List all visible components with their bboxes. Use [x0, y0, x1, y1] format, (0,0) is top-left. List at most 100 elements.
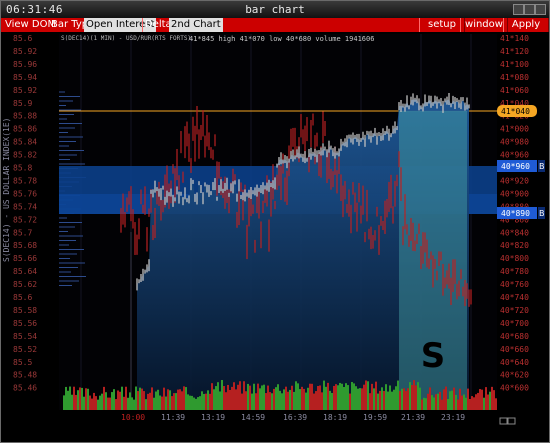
volume-bar: [303, 388, 305, 410]
volume-bar: [383, 391, 385, 410]
volume-bar: [69, 386, 71, 410]
volume-bar: [201, 391, 203, 410]
right-axis-tick: 40*780: [500, 267, 529, 276]
volume-bar: [363, 384, 365, 410]
level-tag: B: [539, 162, 545, 171]
second-chart-button[interactable]: 2nd Chart: [169, 18, 223, 32]
volume-bar: [81, 387, 83, 410]
level-tag: B: [539, 209, 545, 218]
volume-bar: [335, 384, 337, 410]
volume-bar: [489, 391, 491, 410]
right-axis-tick: 40*660: [500, 345, 529, 354]
volume-bar: [275, 387, 277, 410]
volume-bar: [345, 383, 347, 410]
volume-bar: [109, 397, 111, 410]
left-axis-tick: 85.8: [13, 164, 32, 173]
volume-bar: [71, 394, 73, 410]
volume-bar: [295, 381, 297, 410]
volume-bar: [437, 393, 439, 410]
volume-bar: [197, 397, 199, 410]
volume-bar: [65, 386, 67, 410]
volume-bar: [291, 385, 293, 410]
right-axis-tick: 40*620: [500, 371, 529, 380]
volume-bar: [423, 397, 425, 410]
minimize-icon[interactable]: [513, 4, 524, 15]
volume-bar: [467, 388, 469, 410]
price-chart[interactable]: S 85.6 85.92 85.96 85.94 85.92 85.9 85.88 85.86…: [1, 32, 549, 442]
left-axis-tick: 85.5: [13, 358, 32, 367]
volume-bar: [91, 398, 93, 410]
volume-bar: [321, 392, 323, 410]
volume-bar: [265, 393, 267, 410]
window-button[interactable]: window: [460, 18, 508, 32]
volume-bar: [281, 393, 283, 410]
volume-bar: [207, 390, 209, 410]
volume-bar: [409, 382, 411, 410]
left-axis: 85.6 85.92 85.96 85.94 85.92 85.9 85.88 85.86 85…: [2, 34, 37, 393]
left-axis-tick: 85.92: [13, 47, 37, 56]
time-tick: 21:39: [401, 413, 425, 422]
volume-bar: [419, 387, 421, 410]
right-axis-tick: 40*720: [500, 306, 529, 315]
left-axis-tick: 85.64: [13, 267, 37, 276]
volume-bar: [257, 383, 259, 410]
volume-bar: [487, 394, 489, 410]
volume-bar: [379, 390, 381, 410]
volume-bar: [397, 380, 399, 410]
volume-bar: [435, 394, 437, 410]
setup-button[interactable]: setup: [419, 18, 465, 32]
volume-bar: [389, 385, 391, 410]
volume-bar: [117, 390, 119, 410]
volume-bar: [415, 385, 417, 410]
volume-bar: [83, 396, 85, 410]
right-axis-tick: 40*700: [500, 319, 529, 328]
maximize-icon[interactable]: [524, 4, 535, 15]
time-tick: 23:19: [441, 413, 465, 422]
left-axis-tick: 85.76: [13, 189, 37, 198]
volume-bar: [307, 387, 309, 410]
left-axis-tick: 85.86: [13, 125, 37, 134]
price-marker: 41*040: [501, 107, 530, 116]
window-title: bar chart: [245, 3, 305, 16]
time-tick: 14:59: [241, 413, 265, 422]
volume-bar: [253, 383, 255, 410]
volume-bar: [225, 392, 227, 410]
volume-bar: [413, 380, 415, 410]
volume-bar: [193, 397, 195, 410]
apply-button[interactable]: Apply: [503, 18, 549, 32]
left-axis-tick: 85.84: [13, 138, 37, 147]
volume-bar: [87, 388, 89, 410]
volume-bar: [353, 383, 355, 410]
volume-bar: [183, 386, 185, 410]
volume-bar: [105, 392, 107, 410]
volume-bar: [247, 383, 249, 410]
volume-bar: [427, 393, 429, 410]
volume-bar: [313, 393, 315, 410]
volume-bar: [209, 393, 211, 410]
volume-bar: [181, 391, 183, 410]
right-axis-tick: 41*060: [500, 86, 529, 95]
volume-bar: [139, 387, 141, 410]
volume-bar: [251, 393, 253, 410]
volume-bar: [223, 386, 225, 410]
view-dom-button[interactable]: View DOM: [5, 18, 56, 32]
left-axis-tick: 85.62: [13, 280, 37, 289]
volume-bar: [243, 381, 245, 410]
volume-bar: [259, 388, 261, 410]
volume-bar: [159, 395, 161, 410]
volume-bar: [473, 397, 475, 410]
close-icon[interactable]: [535, 4, 546, 15]
right-axis-tick: 40*600: [500, 384, 529, 393]
volume-bar: [235, 389, 237, 410]
right-axis-tick: 40*840: [500, 228, 529, 237]
volume-bar: [199, 396, 201, 410]
volume-bar: [269, 392, 271, 410]
right-axis-tick: 41*100: [500, 60, 529, 69]
volume-bar: [283, 389, 285, 410]
right-axis-tick: 40*680: [500, 332, 529, 341]
volume-bar: [119, 391, 121, 410]
volume-bar: [279, 390, 281, 410]
volume-bar: [341, 383, 343, 410]
volume-bar: [405, 391, 407, 410]
left-axis-tick: 85.56: [13, 319, 37, 328]
